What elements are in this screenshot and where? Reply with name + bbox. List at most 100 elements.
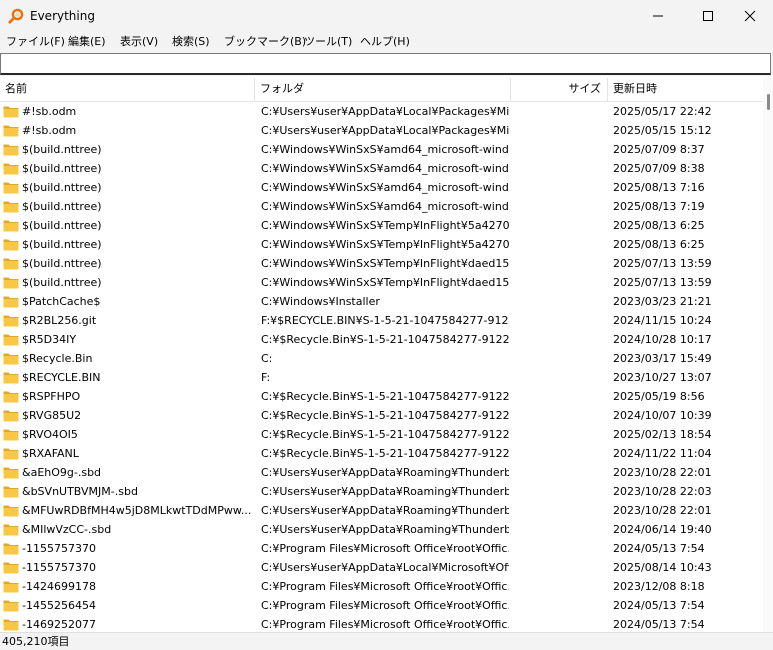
close-button[interactable] bbox=[727, 0, 773, 32]
cell-name: -1455256454 bbox=[22, 599, 96, 612]
cell-folder: C:¥Program Files¥Microsoft Office¥root¥O… bbox=[261, 618, 509, 631]
table-row[interactable]: &bSVnUTBVMJM-.sbd C:¥Users¥user¥AppData¥R… bbox=[0, 482, 762, 501]
cell-name: $(build.nttree) bbox=[22, 257, 102, 270]
cell-size bbox=[511, 292, 602, 311]
cell-folder: C:¥$Recycle.Bin¥S-1-5-21-1047584277-9122… bbox=[261, 409, 509, 422]
cell-size bbox=[511, 235, 602, 254]
table-row[interactable]: $(build.nttree) C:¥Windows¥WinSxS¥Temp¥In… bbox=[0, 273, 762, 292]
cell-name: $(build.nttree) bbox=[22, 181, 102, 194]
cell-size bbox=[511, 596, 602, 615]
cell-size bbox=[511, 501, 602, 520]
table-row[interactable]: $(build.nttree) C:¥Windows¥WinSxS¥Temp¥In… bbox=[0, 216, 762, 235]
cell-name: -1469252077 bbox=[22, 618, 96, 631]
cell-modified: 2025/07/09 8:38 bbox=[613, 162, 705, 175]
cell-size bbox=[511, 330, 602, 349]
cell-folder: C:¥Windows¥WinSxS¥amd64_microsoft-wind..… bbox=[261, 200, 509, 213]
scrollbar-thumb[interactable] bbox=[767, 94, 770, 110]
column-modified-header[interactable]: 更新日時 bbox=[608, 78, 763, 101]
cell-folder: C:¥Windows¥WinSxS¥Temp¥InFlight¥5a42703.… bbox=[261, 219, 509, 232]
cell-folder: C:¥Users¥user¥AppData¥Roaming¥Thunderbi.… bbox=[261, 504, 509, 517]
table-row[interactable]: $RECYCLE.BIN F: 2023/10/27 13:07 bbox=[0, 368, 762, 387]
table-row[interactable]: $(build.nttree) C:¥Windows¥WinSxS¥amd64_m… bbox=[0, 140, 762, 159]
table-row[interactable]: $PatchCache$ C:¥Windows¥Installer 2023/03/… bbox=[0, 292, 762, 311]
table-row[interactable]: -1155757370 C:¥Program Files¥Microsoft Of… bbox=[0, 539, 762, 558]
cell-name: $RVO4OI5 bbox=[22, 428, 78, 441]
menu-file[interactable]: ファイル(F) bbox=[6, 34, 65, 50]
table-row[interactable]: $Recycle.Bin C: 2023/03/17 15:49 bbox=[0, 349, 762, 368]
cell-folder: C:¥Program Files¥Microsoft Office¥root¥O… bbox=[261, 599, 509, 612]
table-row[interactable]: $(build.nttree) C:¥Windows¥WinSxS¥amd64_m… bbox=[0, 178, 762, 197]
menu-help[interactable]: ヘルプ(H) bbox=[360, 34, 410, 50]
file-list: #!sb.odm C:¥Users¥user¥AppData¥Local¥Pack… bbox=[0, 102, 762, 632]
cell-folder: C:¥Windows¥WinSxS¥amd64_microsoft-wind..… bbox=[261, 143, 509, 156]
cell-modified: 2023/10/28 22:03 bbox=[613, 485, 712, 498]
cell-name: &MIlwVzCC-.sbd bbox=[22, 523, 112, 536]
cell-name: #!sb.odm bbox=[22, 105, 77, 118]
cell-name: #!sb.odm bbox=[22, 124, 77, 137]
cell-name: $RSPFHPO bbox=[22, 390, 81, 403]
cell-size bbox=[511, 197, 602, 216]
cell-name: $(build.nttree) bbox=[22, 238, 102, 251]
cell-size bbox=[511, 216, 602, 235]
table-row[interactable]: $(build.nttree) C:¥Windows¥WinSxS¥Temp¥In… bbox=[0, 254, 762, 273]
table-row[interactable]: $(build.nttree) C:¥Windows¥WinSxS¥amd64_m… bbox=[0, 197, 762, 216]
vertical-scrollbar[interactable] bbox=[763, 78, 773, 632]
menu-bar: ファイル(F) 編集(E) 表示(V) 検索(S) ブックマーク(B) ツール(… bbox=[0, 32, 773, 52]
cell-size bbox=[511, 311, 602, 330]
cell-name: $Recycle.Bin bbox=[22, 352, 93, 365]
cell-folder: C:¥Windows¥WinSxS¥amd64_microsoft-wind..… bbox=[261, 181, 509, 194]
table-row[interactable]: &aEhO9g-.sbd C:¥Users¥user¥AppData¥Roamin… bbox=[0, 463, 762, 482]
folder-icon bbox=[3, 372, 19, 384]
table-row[interactable]: -1424699178 C:¥Program Files¥Microsoft Of… bbox=[0, 577, 762, 596]
table-row[interactable]: $RSPFHPO C:¥$Recycle.Bin¥S-1-5-21-1047584… bbox=[0, 387, 762, 406]
cell-modified: 2023/10/27 13:07 bbox=[613, 371, 712, 384]
table-row[interactable]: &MIlwVzCC-.sbd C:¥Users¥user¥AppData¥Roam… bbox=[0, 520, 762, 539]
menu-edit[interactable]: 編集(E) bbox=[68, 34, 106, 50]
cell-folder: C:¥Users¥user¥AppData¥Roaming¥Thunderbi.… bbox=[261, 523, 509, 536]
table-row[interactable]: -1155757370 C:¥Users¥user¥AppData¥Local¥M… bbox=[0, 558, 762, 577]
table-row[interactable]: #!sb.odm C:¥Users¥user¥AppData¥Local¥Pack… bbox=[0, 102, 762, 121]
item-count: 405,210項目 bbox=[2, 635, 70, 648]
table-row[interactable]: #!sb.odm C:¥Users¥user¥AppData¥Local¥Pack… bbox=[0, 121, 762, 140]
close-icon bbox=[744, 10, 756, 22]
table-row[interactable]: $(build.nttree) C:¥Windows¥WinSxS¥Temp¥In… bbox=[0, 235, 762, 254]
column-size-header[interactable]: サイズ bbox=[511, 78, 608, 101]
folder-icon bbox=[3, 106, 19, 118]
table-row[interactable]: -1455256454 C:¥Program Files¥Microsoft Of… bbox=[0, 596, 762, 615]
folder-icon bbox=[3, 429, 19, 441]
menu-tools[interactable]: ツール(T) bbox=[304, 34, 352, 50]
cell-modified: 2025/05/19 8:56 bbox=[613, 390, 705, 403]
table-row[interactable]: $(build.nttree) C:¥Windows¥WinSxS¥amd64_m… bbox=[0, 159, 762, 178]
cell-size bbox=[511, 159, 602, 178]
cell-modified: 2023/03/23 21:21 bbox=[613, 295, 712, 308]
column-name-header[interactable]: 名前 bbox=[0, 78, 255, 101]
cell-modified: 2024/10/07 10:39 bbox=[613, 409, 712, 422]
maximize-button[interactable] bbox=[685, 0, 731, 32]
cell-folder: C:¥Users¥user¥AppData¥Local¥Packages¥Mic… bbox=[261, 124, 509, 137]
menu-search[interactable]: 検索(S) bbox=[172, 34, 210, 50]
table-row[interactable]: $R2BL256.git F:¥$RECYCLE.BIN¥S-1-5-21-104… bbox=[0, 311, 762, 330]
cell-modified: 2025/05/15 15:12 bbox=[613, 124, 712, 137]
menu-bookmarks[interactable]: ブックマーク(B) bbox=[224, 34, 306, 50]
column-folder-header[interactable]: フォルダ bbox=[255, 78, 511, 101]
table-row[interactable]: $RXAFANL C:¥$Recycle.Bin¥S-1-5-21-1047584… bbox=[0, 444, 762, 463]
minimize-button[interactable] bbox=[635, 0, 681, 32]
cell-size bbox=[511, 349, 602, 368]
search-input[interactable] bbox=[0, 53, 771, 75]
cell-name: $(build.nttree) bbox=[22, 219, 102, 232]
cell-size bbox=[511, 273, 602, 292]
table-row[interactable]: $RVO4OI5 C:¥$Recycle.Bin¥S-1-5-21-1047584… bbox=[0, 425, 762, 444]
table-row[interactable]: -1469252077 C:¥Program Files¥Microsoft Of… bbox=[0, 615, 762, 632]
table-row[interactable]: &MFUwRDBfMH4w5jD8MLkwtTDdMPww... C:¥Users… bbox=[0, 501, 762, 520]
folder-icon bbox=[3, 505, 19, 517]
cell-modified: 2025/08/13 6:25 bbox=[613, 219, 705, 232]
folder-icon bbox=[3, 486, 19, 498]
cell-folder: C:¥$Recycle.Bin¥S-1-5-21-1047584277-9122… bbox=[261, 333, 509, 346]
table-row[interactable]: $RVG85U2 C:¥$Recycle.Bin¥S-1-5-21-1047584… bbox=[0, 406, 762, 425]
cell-modified: 2024/05/13 7:54 bbox=[613, 542, 705, 555]
folder-icon bbox=[3, 296, 19, 308]
cell-modified: 2025/08/13 6:25 bbox=[613, 238, 705, 251]
table-row[interactable]: $R5D34IY C:¥$Recycle.Bin¥S-1-5-21-1047584… bbox=[0, 330, 762, 349]
menu-view[interactable]: 表示(V) bbox=[120, 34, 158, 50]
folder-icon bbox=[3, 543, 19, 555]
